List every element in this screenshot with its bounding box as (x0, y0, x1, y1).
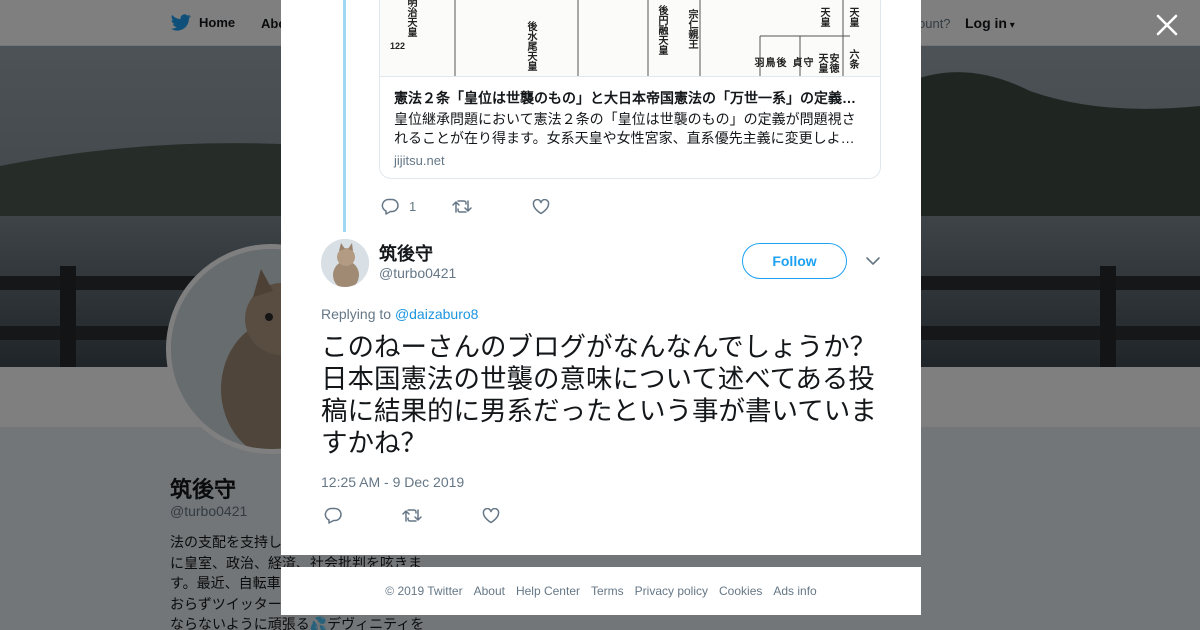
tweet-author-name[interactable]: 筑後守 (379, 240, 433, 266)
link-card-description: 皇位継承問題において憲法２条の「皇位は世襲のもの」の定義が問題視されることが在り… (394, 111, 856, 146)
tweet-text: このねーさんのブログがなんなんでしょうか？日本国憲法の世襲の意味について述べてあ… (321, 332, 877, 459)
link-card[interactable]: 明治天皇 122 後水尾天皇 後円融天皇 宗仁親王 天皇 天皇 安徳天皇 六条 … (379, 0, 881, 179)
card-image-label: 守貞 (790, 57, 812, 67)
card-image-label: 天皇 (847, 7, 858, 27)
link-card-domain: jijitsu.net (394, 153, 445, 168)
footer-link-help-center[interactable]: Help Center (516, 584, 580, 598)
thread-connector-line (343, 0, 346, 232)
modal-footer: © 2019 Twitter About Help Center Terms P… (281, 567, 921, 615)
heart-icon (532, 198, 550, 214)
tweet-modal: 明治天皇 122 後水尾天皇 後円融天皇 宗仁親王 天皇 天皇 安徳天皇 六条 … (281, 0, 921, 555)
reply-button[interactable] (324, 507, 342, 524)
footer-link-cookies[interactable]: Cookies (719, 584, 762, 598)
replying-to-prefix: Replying to (321, 306, 392, 322)
retweet-icon (452, 200, 472, 213)
reply-count: 1 (409, 199, 417, 214)
card-image-label: 後水尾天皇 (525, 21, 536, 71)
heart-icon (482, 507, 500, 523)
tweet-author-avatar[interactable] (321, 239, 369, 287)
chevron-down-icon[interactable] (864, 252, 882, 270)
like-button[interactable] (482, 507, 500, 524)
reply-icon (324, 507, 342, 524)
retweet-button[interactable] (452, 199, 472, 214)
card-image-label: 安徳天皇 (816, 53, 838, 73)
retweet-button[interactable] (402, 508, 422, 523)
close-icon[interactable] (1152, 10, 1182, 40)
reply-button[interactable]: 1 (381, 198, 416, 215)
tweet-actions (324, 507, 500, 524)
card-image-label: 後鳥羽 (752, 57, 785, 67)
card-image-label: 宗仁親王 (686, 9, 697, 49)
like-button[interactable] (532, 198, 550, 215)
footer-link-privacy[interactable]: Privacy policy (635, 584, 708, 598)
footer-copyright: © 2019 Twitter (385, 584, 463, 598)
footer-link-about[interactable]: About (474, 584, 505, 598)
link-card-image: 明治天皇 122 後水尾天皇 後円融天皇 宗仁親王 天皇 天皇 安徳天皇 六条 … (380, 0, 880, 77)
follow-button[interactable]: Follow (742, 243, 847, 279)
link-card-title: 憲法２条「皇位は世襲のもの」と大日本帝国憲法の「万世一系」の定義… (394, 90, 856, 106)
parent-tweet-actions: 1 (381, 198, 550, 215)
tweet-timestamp[interactable]: 12:25 AM - 9 Dec 2019 (321, 474, 464, 490)
card-image-label: 後円融天皇 (656, 5, 667, 55)
card-image-label: 122 (390, 41, 406, 51)
retweet-icon (402, 509, 422, 522)
card-image-label: 天皇 (818, 7, 829, 27)
footer-link-ads-info[interactable]: Ads info (773, 584, 816, 598)
reply-icon (381, 198, 399, 215)
replying-to-mention[interactable]: @daizaburo8 (395, 306, 479, 322)
card-image-label: 明治天皇 (405, 0, 416, 37)
replying-to: Replying to @daizaburo8 (321, 306, 478, 322)
tweet-author-handle[interactable]: @turbo0421 (379, 265, 456, 281)
footer-link-terms[interactable]: Terms (591, 584, 624, 598)
card-image-label: 六条 (847, 49, 858, 69)
